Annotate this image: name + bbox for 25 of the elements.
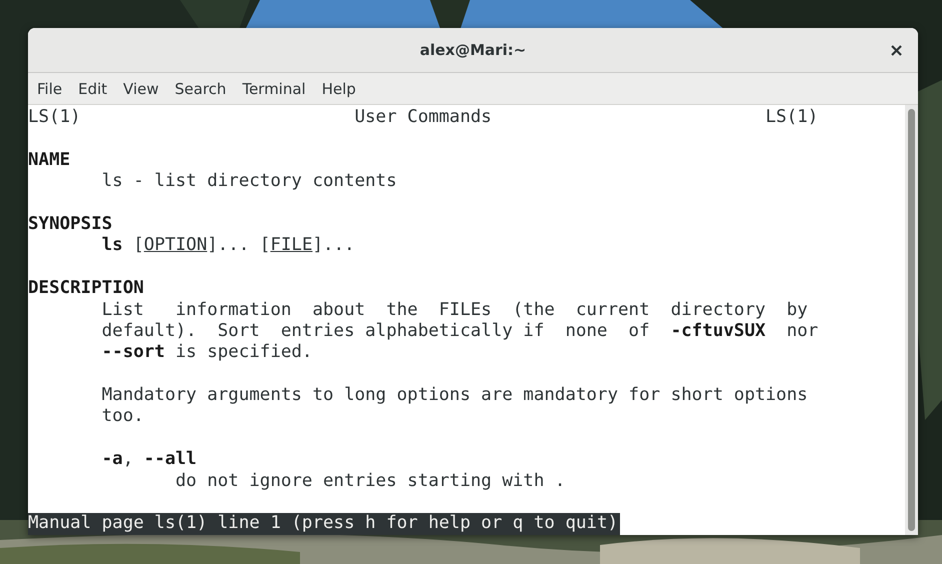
text-line: ls [OPTION]... [FILE]... (102, 235, 355, 256)
page-header-left: LS(1) (28, 107, 81, 128)
menu-item[interactable]: File (30, 76, 70, 100)
scroll-thumb[interactable] (908, 109, 915, 531)
text-line: do not ignore entries starting with . (176, 470, 566, 491)
window-title: alex@Mari:~ (420, 41, 526, 59)
menu-item[interactable]: View (116, 76, 166, 100)
page-header-title: User Commands (354, 107, 492, 128)
menu-item[interactable]: Help (314, 76, 363, 100)
menu-item[interactable]: Terminal (235, 76, 313, 100)
menu-item[interactable]: Search (168, 76, 234, 100)
section-heading: DESCRIPTION (28, 278, 144, 298)
menu-item[interactable]: Edit (71, 76, 114, 100)
text-line: -a, --all (102, 449, 197, 470)
text-line: List information about the FILEs (the current directory by (102, 300, 808, 320)
close-icon (891, 45, 902, 56)
section-heading: NAME (28, 150, 70, 170)
page-header-right: LS(1) (766, 107, 818, 128)
text-line: ls - list directory contents (102, 171, 397, 192)
text-line: default). Sort entries alphabetically if none of -cftuvSUX nor (102, 320, 818, 341)
text-line: Mandatory arguments to long options are mandatory for short options (102, 385, 808, 406)
text-line: --sort is specified. (102, 342, 312, 362)
scrollbar[interactable] (905, 105, 918, 535)
section-heading: SYNOPSIS (28, 214, 112, 234)
text-line: too. (102, 406, 144, 426)
